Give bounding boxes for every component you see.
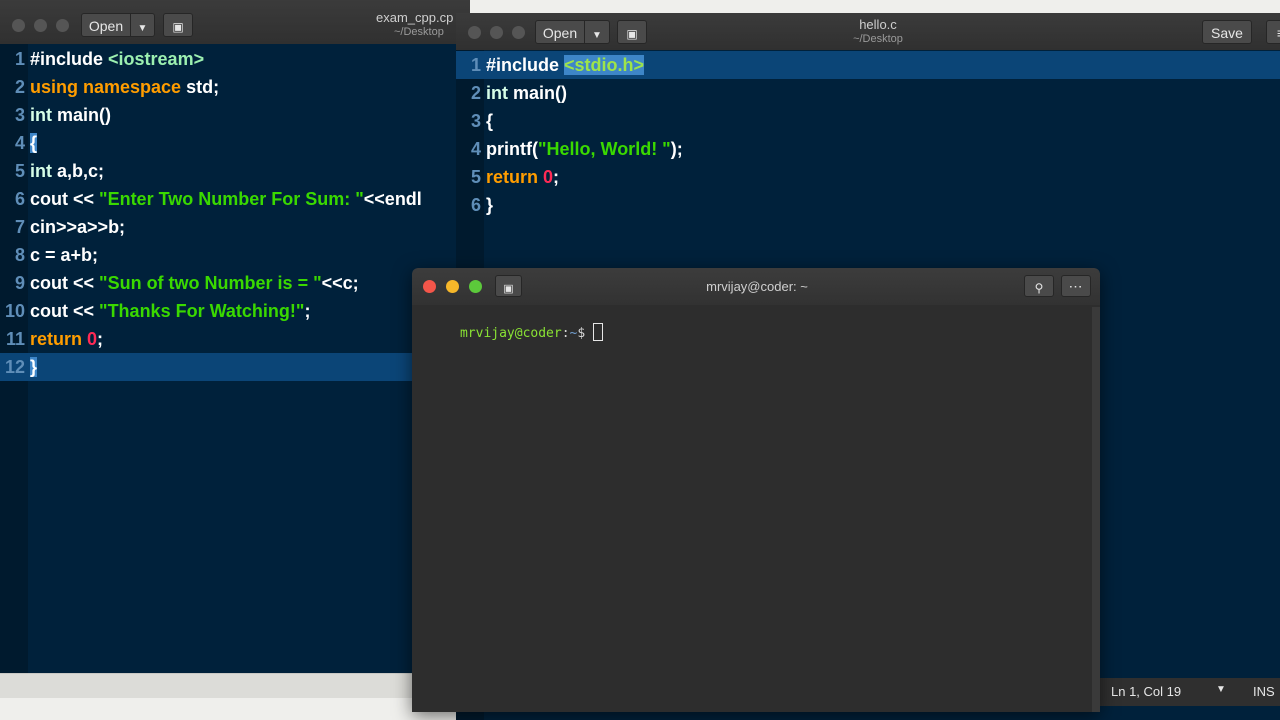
prompt-user: mrvijay@coder	[459, 326, 562, 341]
code-line[interactable]: 8 c = a+b;	[0, 241, 470, 269]
code-line[interactable]: 5 return 0;	[456, 163, 1280, 191]
line-number: 5	[14, 161, 25, 181]
code-line[interactable]: 4 {	[0, 129, 470, 157]
chevron-down-icon: ▼	[137, 23, 148, 34]
code-line[interactable]: 2 using namespace std;	[0, 73, 470, 101]
line-number: 2	[14, 77, 25, 97]
line-number: 8	[14, 245, 25, 265]
more-options-icon: ⋯	[1068, 278, 1084, 294]
terminal-menu-button[interactable]: ⋯	[1061, 275, 1091, 297]
save-button-label: Save	[1211, 25, 1243, 41]
save-button[interactable]: Save	[1202, 20, 1252, 44]
left-editor-titlebar: Open ▼ ▣ exam_cpp.cp ~/Desktop	[0, 0, 470, 44]
line-number: 2	[470, 83, 481, 103]
code-line[interactable]: 3 int main()	[0, 101, 470, 129]
code-line[interactable]: 2 int main()	[456, 79, 1280, 107]
open-button-label: Open	[88, 18, 124, 34]
code-line[interactable]: 4 printf("Hello, World! ");	[456, 135, 1280, 163]
line-number: 1	[470, 55, 481, 75]
terminal-cursor	[593, 323, 604, 341]
prompt-separator: :	[561, 326, 570, 341]
new-document-button[interactable]: ▣	[163, 13, 193, 37]
maximize-window-button[interactable]	[56, 19, 69, 32]
left-editor-statusbar	[0, 673, 470, 698]
open-dropdown-button[interactable]: ▼	[130, 13, 155, 37]
line-number: 4	[470, 139, 481, 159]
window-title: exam_cpp.cp	[376, 10, 454, 25]
menu-button[interactable]: ≡	[1266, 20, 1280, 44]
line-number: 3	[14, 105, 25, 125]
terminal-titlebar: ▣ mrvijay@coder: ~ ⚲ ⋯	[412, 268, 1100, 305]
code-line[interactable]: 7 cin>>a>>b;	[0, 213, 470, 241]
line-number: 10	[4, 301, 25, 321]
insert-mode[interactable]: INS	[1253, 684, 1275, 699]
code-editor[interactable]: 1 #include <iostream> 2 using namespace …	[0, 44, 470, 674]
line-number: 12	[4, 357, 25, 377]
code-line[interactable]: 1 #include <iostream>	[0, 45, 470, 73]
window-title: hello.c	[859, 17, 897, 32]
terminal-body[interactable]: mrvijay@coder:~$	[412, 305, 1100, 712]
code-line[interactable]: 5 int a,b,c;	[0, 157, 470, 185]
open-button[interactable]: Open	[81, 13, 131, 37]
prompt-symbol: $	[577, 326, 594, 341]
window-subtitle: ~/Desktop	[394, 26, 444, 38]
chevron-down-icon[interactable]: ▼	[1216, 684, 1226, 695]
minimize-window-button[interactable]	[34, 19, 47, 32]
line-number: 9	[14, 273, 25, 293]
search-icon: ⚲	[1034, 281, 1044, 295]
code-line[interactable]: 11 return 0;	[0, 325, 470, 353]
code-line[interactable]: 9 cout << "Sun of two Number is = "<<c;	[0, 269, 470, 297]
code-line[interactable]: 10 cout << "Thanks For Watching!";	[0, 297, 470, 325]
line-number: 6	[14, 189, 25, 209]
terminal-window: ▣ mrvijay@coder: ~ ⚲ ⋯ mrvijay@coder:~$	[412, 268, 1100, 712]
code-line[interactable]: 6 }	[456, 191, 1280, 219]
code-line-current[interactable]: 12 }	[0, 353, 470, 381]
line-number: 5	[470, 167, 481, 187]
window-subtitle: ~/Desktop	[853, 33, 903, 45]
code-line[interactable]: 3 {	[456, 107, 1280, 135]
line-number: 3	[470, 111, 481, 131]
terminal-prompt-line: mrvijay@coder:~$	[413, 308, 604, 356]
line-number: 4	[14, 133, 25, 153]
left-editor-window: Open ▼ ▣ exam_cpp.cp ~/Desktop 1 #includ…	[0, 0, 470, 698]
terminal-scrollbar[interactable]	[1092, 307, 1100, 712]
line-number: 1	[14, 49, 25, 69]
close-window-button[interactable]	[12, 19, 25, 32]
new-document-icon: ▣	[172, 20, 184, 34]
code-line-current[interactable]: 1 #include <stdio.h>	[456, 51, 1280, 79]
line-number: 11	[5, 329, 25, 349]
code-line[interactable]: 6 cout << "Enter Two Number For Sum: "<<…	[0, 185, 470, 213]
line-number: 7	[14, 217, 25, 237]
cursor-position[interactable]: Ln 1, Col 19	[1111, 684, 1181, 699]
terminal-title: mrvijay@coder: ~	[706, 279, 808, 294]
search-button[interactable]: ⚲	[1024, 275, 1054, 297]
right-editor-titlebar: Open ▼ ▣ hello.c ~/Desktop Save ≡	[456, 13, 1280, 50]
line-number: 6	[470, 195, 481, 215]
